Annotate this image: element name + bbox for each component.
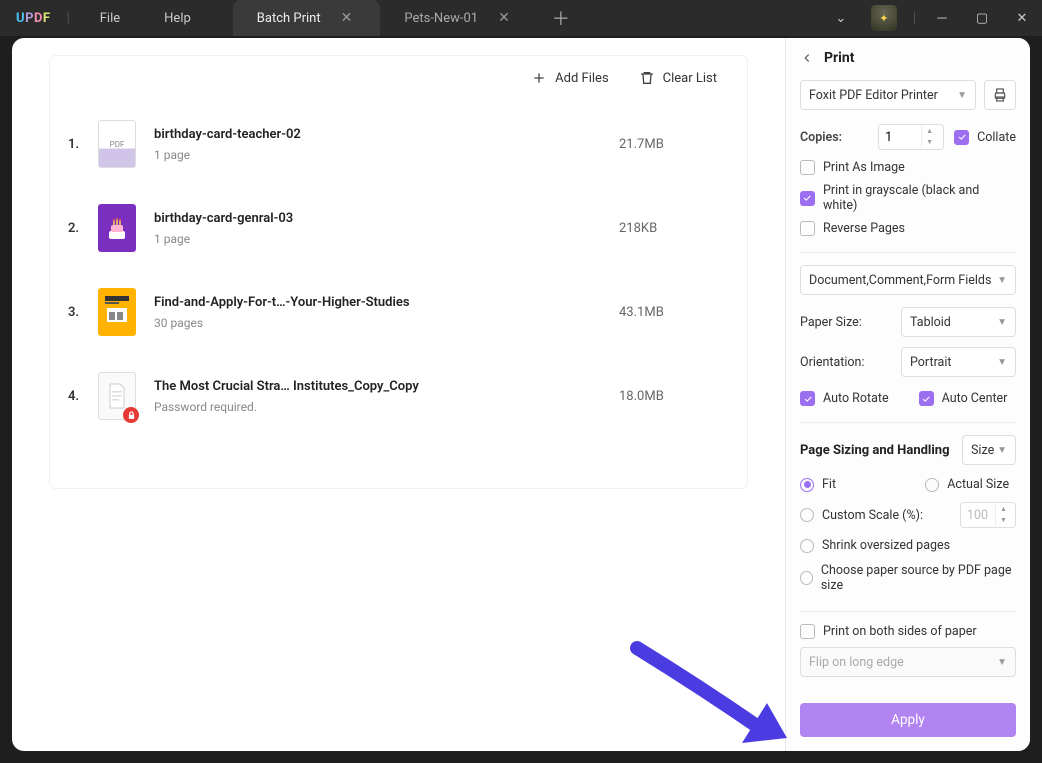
file-row[interactable]: 2. birthday-card-genral-03 1 page 218KB: [68, 186, 729, 270]
printer-settings-button[interactable]: [984, 80, 1016, 110]
shrink-radio[interactable]: Shrink oversized pages: [800, 538, 1016, 553]
grayscale-checkbox[interactable]: Print in grayscale (black and white): [800, 183, 1016, 213]
step-up-icon[interactable]: ▲: [922, 126, 937, 137]
menu-file[interactable]: File: [78, 11, 142, 26]
file-size: 218KB: [619, 221, 729, 236]
divider: |: [907, 11, 922, 26]
print-title: Print: [824, 50, 854, 66]
file-thumbnail: [98, 372, 136, 420]
paper-source-radio[interactable]: Choose paper source by PDF page size: [800, 563, 1016, 593]
file-name: Find-and-Apply-For-t…-Your-Higher-Studie…: [154, 295, 619, 310]
both-sides-checkbox[interactable]: Print on both sides of paper: [800, 624, 1016, 639]
copies-label: Copies:: [800, 130, 878, 145]
file-list-panel: Add Files Clear List 1. PDF birthday-car…: [12, 38, 785, 751]
menu-help[interactable]: Help: [142, 11, 213, 26]
row-index: 4.: [68, 389, 92, 404]
step-down-icon[interactable]: ▼: [922, 137, 937, 148]
row-index: 1.: [68, 137, 92, 152]
copies-input[interactable]: [879, 130, 921, 145]
tab-label: Pets-New-01: [404, 11, 478, 26]
lock-icon: [123, 407, 139, 423]
premium-icon[interactable]: ✦: [871, 5, 897, 31]
file-pages: 1 page: [154, 232, 619, 246]
paper-size-label: Paper Size:: [800, 315, 862, 330]
file-thumbnail: [98, 288, 136, 336]
chevron-down-icon: ▼: [957, 90, 967, 101]
file-name: birthday-card-teacher-02: [154, 127, 619, 142]
print-as-image-checkbox[interactable]: Print As Image: [800, 160, 1016, 175]
file-pages: 1 page: [154, 148, 619, 162]
custom-scale-input[interactable]: [961, 508, 995, 523]
title-bar: UPDF | File Help Batch Print ✕ Pets-New-…: [0, 0, 1042, 36]
chevron-down-icon: ▼: [997, 657, 1007, 668]
annotation-arrow: [622, 638, 802, 751]
plus-icon: [531, 70, 547, 86]
close-icon[interactable]: ✕: [498, 10, 510, 26]
chevron-down-icon: ▼: [997, 357, 1007, 368]
dropdown-icon[interactable]: ⌄: [821, 0, 861, 36]
app-logo: UPDF: [0, 11, 67, 26]
chevron-down-icon: ▼: [997, 317, 1007, 328]
auto-rotate-checkbox[interactable]: Auto Rotate: [800, 391, 889, 406]
sizing-title: Page Sizing and Handling: [800, 443, 950, 458]
add-files-button[interactable]: Add Files: [531, 70, 608, 86]
file-status: Password required.: [154, 400, 619, 414]
orientation-select[interactable]: Portrait▼: [901, 347, 1016, 377]
minimize-button[interactable]: ─: [922, 0, 962, 36]
file-size: 43.1MB: [619, 305, 729, 320]
tab-batch-print[interactable]: Batch Print ✕: [233, 0, 381, 36]
orientation-label: Orientation:: [800, 355, 864, 370]
chevron-down-icon: ▼: [997, 445, 1007, 456]
document-content-select[interactable]: Document,Comment,Form Fields▼: [800, 265, 1016, 295]
file-size: 18.0MB: [619, 389, 729, 404]
copies-stepper[interactable]: ▲▼: [878, 124, 944, 150]
custom-scale-stepper[interactable]: ▲▼: [960, 502, 1016, 528]
step-down-icon[interactable]: ▼: [996, 515, 1011, 526]
clear-list-button[interactable]: Clear List: [639, 70, 717, 86]
close-icon[interactable]: ✕: [341, 10, 353, 26]
workspace: Add Files Clear List 1. PDF birthday-car…: [12, 38, 1030, 751]
file-thumbnail: [98, 204, 136, 252]
printer-icon: [992, 87, 1008, 103]
file-row[interactable]: 4. The Most Crucial Stra… Institutes_Cop…: [68, 354, 729, 438]
tab-label: Batch Print: [257, 11, 321, 26]
printer-select[interactable]: Foxit PDF Editor Printer▼: [800, 80, 976, 110]
actual-size-radio[interactable]: Actual Size: [925, 477, 1016, 492]
new-tab-button[interactable]: ＋: [538, 0, 584, 36]
file-thumbnail: PDF: [98, 120, 136, 168]
flip-select[interactable]: Flip on long edge▼: [800, 647, 1016, 677]
collate-checkbox[interactable]: Collate: [954, 130, 1016, 145]
custom-scale-radio[interactable]: Custom Scale (%):: [800, 508, 923, 523]
fit-radio[interactable]: Fit: [800, 477, 925, 492]
row-index: 3.: [68, 305, 92, 320]
file-size: 21.7MB: [619, 137, 729, 152]
auto-center-checkbox[interactable]: Auto Center: [919, 391, 1008, 406]
maximize-button[interactable]: ▢: [962, 0, 1002, 36]
chevron-down-icon: ▼: [997, 275, 1007, 286]
trash-icon: [639, 70, 655, 86]
apply-button[interactable]: Apply: [800, 703, 1016, 737]
tab-pets[interactable]: Pets-New-01 ✕: [380, 0, 537, 36]
file-pages: 30 pages: [154, 316, 619, 330]
tab-strip: Batch Print ✕ Pets-New-01 ✕ ＋: [233, 0, 584, 36]
reverse-pages-checkbox[interactable]: Reverse Pages: [800, 221, 1016, 236]
step-up-icon[interactable]: ▲: [996, 504, 1011, 515]
print-panel: Print Foxit PDF Editor Printer▼ Copies: …: [785, 38, 1030, 751]
file-row[interactable]: 1. PDF birthday-card-teacher-02 1 page 2…: [68, 102, 729, 186]
row-index: 2.: [68, 221, 92, 236]
close-button[interactable]: ✕: [1002, 0, 1042, 36]
paper-size-select[interactable]: Tabloid▼: [901, 307, 1016, 337]
sizing-mode-select[interactable]: Size▼: [962, 435, 1016, 465]
file-list: 1. PDF birthday-card-teacher-02 1 page 2…: [50, 92, 747, 448]
file-name: The Most Crucial Stra… Institutes_Copy_C…: [154, 379, 619, 394]
print-header: Print: [800, 50, 1016, 66]
back-icon[interactable]: [800, 51, 814, 65]
file-row[interactable]: 3. Find-and-Apply-For-t…-Your-Higher-Stu…: [68, 270, 729, 354]
file-name: birthday-card-genral-03: [154, 211, 619, 226]
file-toolbar: Add Files Clear List: [50, 56, 747, 92]
divider: |: [67, 11, 70, 26]
